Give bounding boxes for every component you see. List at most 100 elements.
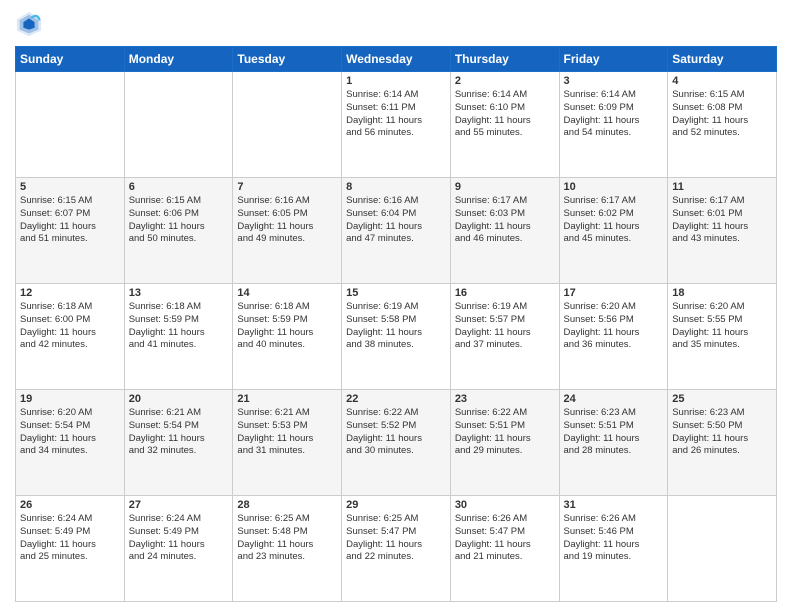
calendar-cell: 27Sunrise: 6:24 AM Sunset: 5:49 PM Dayli… [124, 496, 233, 602]
day-info: Sunrise: 6:17 AM Sunset: 6:02 PM Dayligh… [564, 195, 664, 246]
day-info: Sunrise: 6:18 AM Sunset: 5:59 PM Dayligh… [237, 301, 337, 352]
day-number: 4 [672, 75, 772, 87]
day-info: Sunrise: 6:15 AM Sunset: 6:08 PM Dayligh… [672, 89, 772, 140]
calendar-week-row: 1 Sunrise: 6:14 AM Sunset: 6:11 PM Daylig… [16, 72, 777, 178]
day-number: 11 [672, 181, 772, 193]
calendar-cell: 26 Sunrise: 6:24 AM Sunset: 5:49 PM Dayli… [16, 496, 125, 602]
calendar-cell: 3 Sunrise: 6:14 AM Sunset: 6:09 PM Daylig… [559, 72, 668, 178]
calendar-cell: 15Sunrise: 6:19 AM Sunset: 5:58 PM Dayli… [342, 284, 451, 390]
calendar-cell [16, 72, 125, 178]
header [15, 10, 777, 38]
day-info: Sunrise: 6:21 AM Sunset: 5:53 PM Dayligh… [237, 407, 337, 458]
calendar-week-row: 26 Sunrise: 6:24 AM Sunset: 5:49 PM Dayli… [16, 496, 777, 602]
calendar-cell: 5 Sunrise: 6:15 AM Sunset: 6:07 PM Daylig… [16, 178, 125, 284]
day-number: 10 [564, 181, 664, 193]
day-info: Sunrise: 6:17 AM Sunset: 6:03 PM Dayligh… [455, 195, 555, 246]
day-info: Sunrise: 6:22 AM Sunset: 5:52 PM Dayligh… [346, 407, 446, 458]
calendar-cell: 7 Sunrise: 6:16 AM Sunset: 6:05 PM Daylig… [233, 178, 342, 284]
day-number: 20 [129, 393, 229, 405]
day-number: 9 [455, 181, 555, 193]
day-info: Sunrise: 6:20 AM Sunset: 5:55 PM Dayligh… [672, 301, 772, 352]
weekday-header-friday: Friday [559, 47, 668, 72]
day-info: Sunrise: 6:19 AM Sunset: 5:58 PM Dayligh… [346, 301, 446, 352]
day-number: 28 [237, 499, 337, 511]
calendar-cell: 22 Sunrise: 6:22 AM Sunset: 5:52 PM Dayli… [342, 390, 451, 496]
calendar-cell: 2 Sunrise: 6:14 AM Sunset: 6:10 PM Daylig… [450, 72, 559, 178]
page: SundayMondayTuesdayWednesdayThursdayFrid… [0, 0, 792, 612]
day-number: 8 [346, 181, 446, 193]
day-info: Sunrise: 6:14 AM Sunset: 6:10 PM Dayligh… [455, 89, 555, 140]
calendar-cell: 28 Sunrise: 6:25 AM Sunset: 5:48 PM Dayli… [233, 496, 342, 602]
day-number: 31 [564, 499, 664, 511]
day-info: Sunrise: 6:14 AM Sunset: 6:09 PM Dayligh… [564, 89, 664, 140]
day-info: Sunrise: 6:15 AM Sunset: 6:07 PM Dayligh… [20, 195, 120, 246]
day-info: Sunrise: 6:21 AM Sunset: 5:54 PM Dayligh… [129, 407, 229, 458]
calendar-cell: 13 Sunrise: 6:18 AM Sunset: 5:59 PM Dayli… [124, 284, 233, 390]
day-info: Sunrise: 6:24 AM Sunset: 5:49 PM Dayligh… [20, 513, 120, 564]
day-info: Sunrise: 6:16 AM Sunset: 6:05 PM Dayligh… [237, 195, 337, 246]
calendar-cell: 21Sunrise: 6:21 AM Sunset: 5:53 PM Dayli… [233, 390, 342, 496]
calendar-cell: 24Sunrise: 6:23 AM Sunset: 5:51 PM Dayli… [559, 390, 668, 496]
day-number: 25 [672, 393, 772, 405]
day-number: 12 [20, 287, 120, 299]
day-info: Sunrise: 6:17 AM Sunset: 6:01 PM Dayligh… [672, 195, 772, 246]
calendar-cell: 17Sunrise: 6:20 AM Sunset: 5:56 PM Dayli… [559, 284, 668, 390]
day-info: Sunrise: 6:26 AM Sunset: 5:47 PM Dayligh… [455, 513, 555, 564]
calendar-cell: 29 Sunrise: 6:25 AM Sunset: 5:47 PM Dayli… [342, 496, 451, 602]
day-number: 19 [20, 393, 120, 405]
calendar-cell: 25 Sunrise: 6:23 AM Sunset: 5:50 PM Dayli… [668, 390, 777, 496]
calendar-cell: 9 Sunrise: 6:17 AM Sunset: 6:03 PM Daylig… [450, 178, 559, 284]
day-info: Sunrise: 6:15 AM Sunset: 6:06 PM Dayligh… [129, 195, 229, 246]
calendar-cell: 16Sunrise: 6:19 AM Sunset: 5:57 PM Dayli… [450, 284, 559, 390]
calendar-cell: 6 Sunrise: 6:15 AM Sunset: 6:06 PM Daylig… [124, 178, 233, 284]
day-number: 7 [237, 181, 337, 193]
logo-icon [15, 10, 43, 38]
weekday-header-wednesday: Wednesday [342, 47, 451, 72]
calendar-week-row: 5 Sunrise: 6:15 AM Sunset: 6:07 PM Daylig… [16, 178, 777, 284]
day-number: 23 [455, 393, 555, 405]
weekday-header-sunday: Sunday [16, 47, 125, 72]
day-number: 22 [346, 393, 446, 405]
calendar-cell: 30Sunrise: 6:26 AM Sunset: 5:47 PM Dayli… [450, 496, 559, 602]
day-info: Sunrise: 6:16 AM Sunset: 6:04 PM Dayligh… [346, 195, 446, 246]
calendar-cell: 8 Sunrise: 6:16 AM Sunset: 6:04 PM Daylig… [342, 178, 451, 284]
calendar-cell: 12 Sunrise: 6:18 AM Sunset: 6:00 PM Dayli… [16, 284, 125, 390]
day-info: Sunrise: 6:26 AM Sunset: 5:46 PM Dayligh… [564, 513, 664, 564]
day-number: 1 [346, 75, 446, 87]
calendar-cell: 23Sunrise: 6:22 AM Sunset: 5:51 PM Dayli… [450, 390, 559, 496]
day-number: 2 [455, 75, 555, 87]
calendar-table: SundayMondayTuesdayWednesdayThursdayFrid… [15, 46, 777, 602]
day-number: 6 [129, 181, 229, 193]
day-info: Sunrise: 6:14 AM Sunset: 6:11 PM Dayligh… [346, 89, 446, 140]
day-info: Sunrise: 6:20 AM Sunset: 5:56 PM Dayligh… [564, 301, 664, 352]
day-info: Sunrise: 6:23 AM Sunset: 5:51 PM Dayligh… [564, 407, 664, 458]
day-number: 13 [129, 287, 229, 299]
day-number: 3 [564, 75, 664, 87]
day-number: 14 [237, 287, 337, 299]
day-info: Sunrise: 6:19 AM Sunset: 5:57 PM Dayligh… [455, 301, 555, 352]
calendar-cell [233, 72, 342, 178]
calendar-cell: 1 Sunrise: 6:14 AM Sunset: 6:11 PM Daylig… [342, 72, 451, 178]
logo [15, 10, 47, 38]
weekday-header-monday: Monday [124, 47, 233, 72]
calendar-cell: 20 Sunrise: 6:21 AM Sunset: 5:54 PM Dayli… [124, 390, 233, 496]
weekday-header-saturday: Saturday [668, 47, 777, 72]
day-number: 26 [20, 499, 120, 511]
day-info: Sunrise: 6:25 AM Sunset: 5:47 PM Dayligh… [346, 513, 446, 564]
day-number: 27 [129, 499, 229, 511]
day-info: Sunrise: 6:18 AM Sunset: 5:59 PM Dayligh… [129, 301, 229, 352]
day-number: 18 [672, 287, 772, 299]
day-number: 5 [20, 181, 120, 193]
calendar-week-row: 12 Sunrise: 6:18 AM Sunset: 6:00 PM Dayli… [16, 284, 777, 390]
day-info: Sunrise: 6:18 AM Sunset: 6:00 PM Dayligh… [20, 301, 120, 352]
calendar-cell: 4 Sunrise: 6:15 AM Sunset: 6:08 PM Daylig… [668, 72, 777, 178]
day-info: Sunrise: 6:25 AM Sunset: 5:48 PM Dayligh… [237, 513, 337, 564]
calendar-week-row: 19Sunrise: 6:20 AM Sunset: 5:54 PM Dayli… [16, 390, 777, 496]
calendar-cell: 11 Sunrise: 6:17 AM Sunset: 6:01 PM Dayli… [668, 178, 777, 284]
day-info: Sunrise: 6:23 AM Sunset: 5:50 PM Dayligh… [672, 407, 772, 458]
weekday-header-row: SundayMondayTuesdayWednesdayThursdayFrid… [16, 47, 777, 72]
calendar-cell: 10 Sunrise: 6:17 AM Sunset: 6:02 PM Dayli… [559, 178, 668, 284]
calendar-cell: 14 Sunrise: 6:18 AM Sunset: 5:59 PM Dayli… [233, 284, 342, 390]
day-number: 29 [346, 499, 446, 511]
calendar-cell: 19Sunrise: 6:20 AM Sunset: 5:54 PM Dayli… [16, 390, 125, 496]
